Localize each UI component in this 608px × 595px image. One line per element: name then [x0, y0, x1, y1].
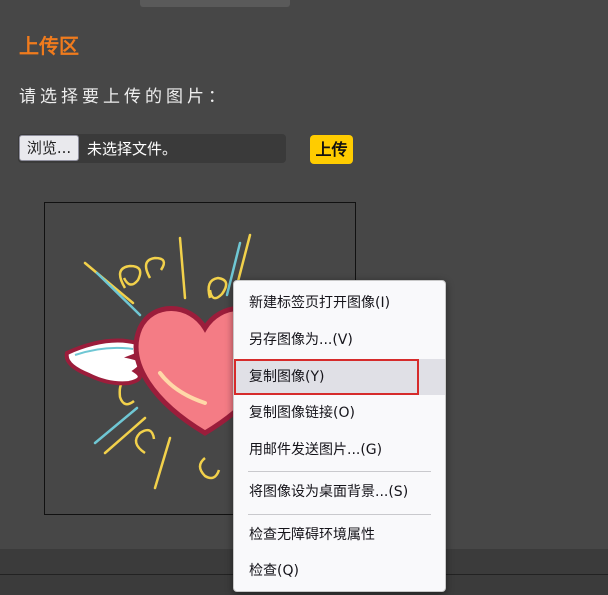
menu-inspect-accessibility[interactable]: 检查无障碍环境属性: [234, 517, 445, 553]
inline-code-highlight: [140, 0, 290, 7]
menu-separator: [248, 471, 431, 472]
upload-prompt: 请选择要上传的图片：: [19, 87, 229, 107]
menu-save-image-as[interactable]: 另存图像为...(V): [234, 322, 445, 358]
menu-open-image-new-tab[interactable]: 新建标签页打开图像(I): [234, 285, 445, 321]
menu-email-image[interactable]: 用邮件发送图片...(G): [234, 432, 445, 468]
file-status-text: 未选择文件。: [87, 140, 178, 158]
menu-set-desktop-background[interactable]: 将图像设为桌面背景...(S): [234, 474, 445, 510]
partial-top-text: [0, 0, 608, 10]
menu-copy-image[interactable]: 复制图像(Y): [234, 359, 445, 395]
upload-button[interactable]: 上传: [310, 135, 353, 164]
file-input[interactable]: 浏览... 未选择文件。: [18, 134, 286, 163]
browse-button[interactable]: 浏览...: [19, 135, 79, 161]
image-context-menu: 新建标签页打开图像(I) 另存图像为...(V) 复制图像(Y) 复制图像链接(…: [233, 280, 446, 592]
menu-copy-image-link[interactable]: 复制图像链接(O): [234, 395, 445, 431]
upload-section-title: 上传区: [19, 34, 79, 58]
menu-separator: [248, 514, 431, 515]
menu-inspect[interactable]: 检查(Q): [234, 553, 445, 589]
